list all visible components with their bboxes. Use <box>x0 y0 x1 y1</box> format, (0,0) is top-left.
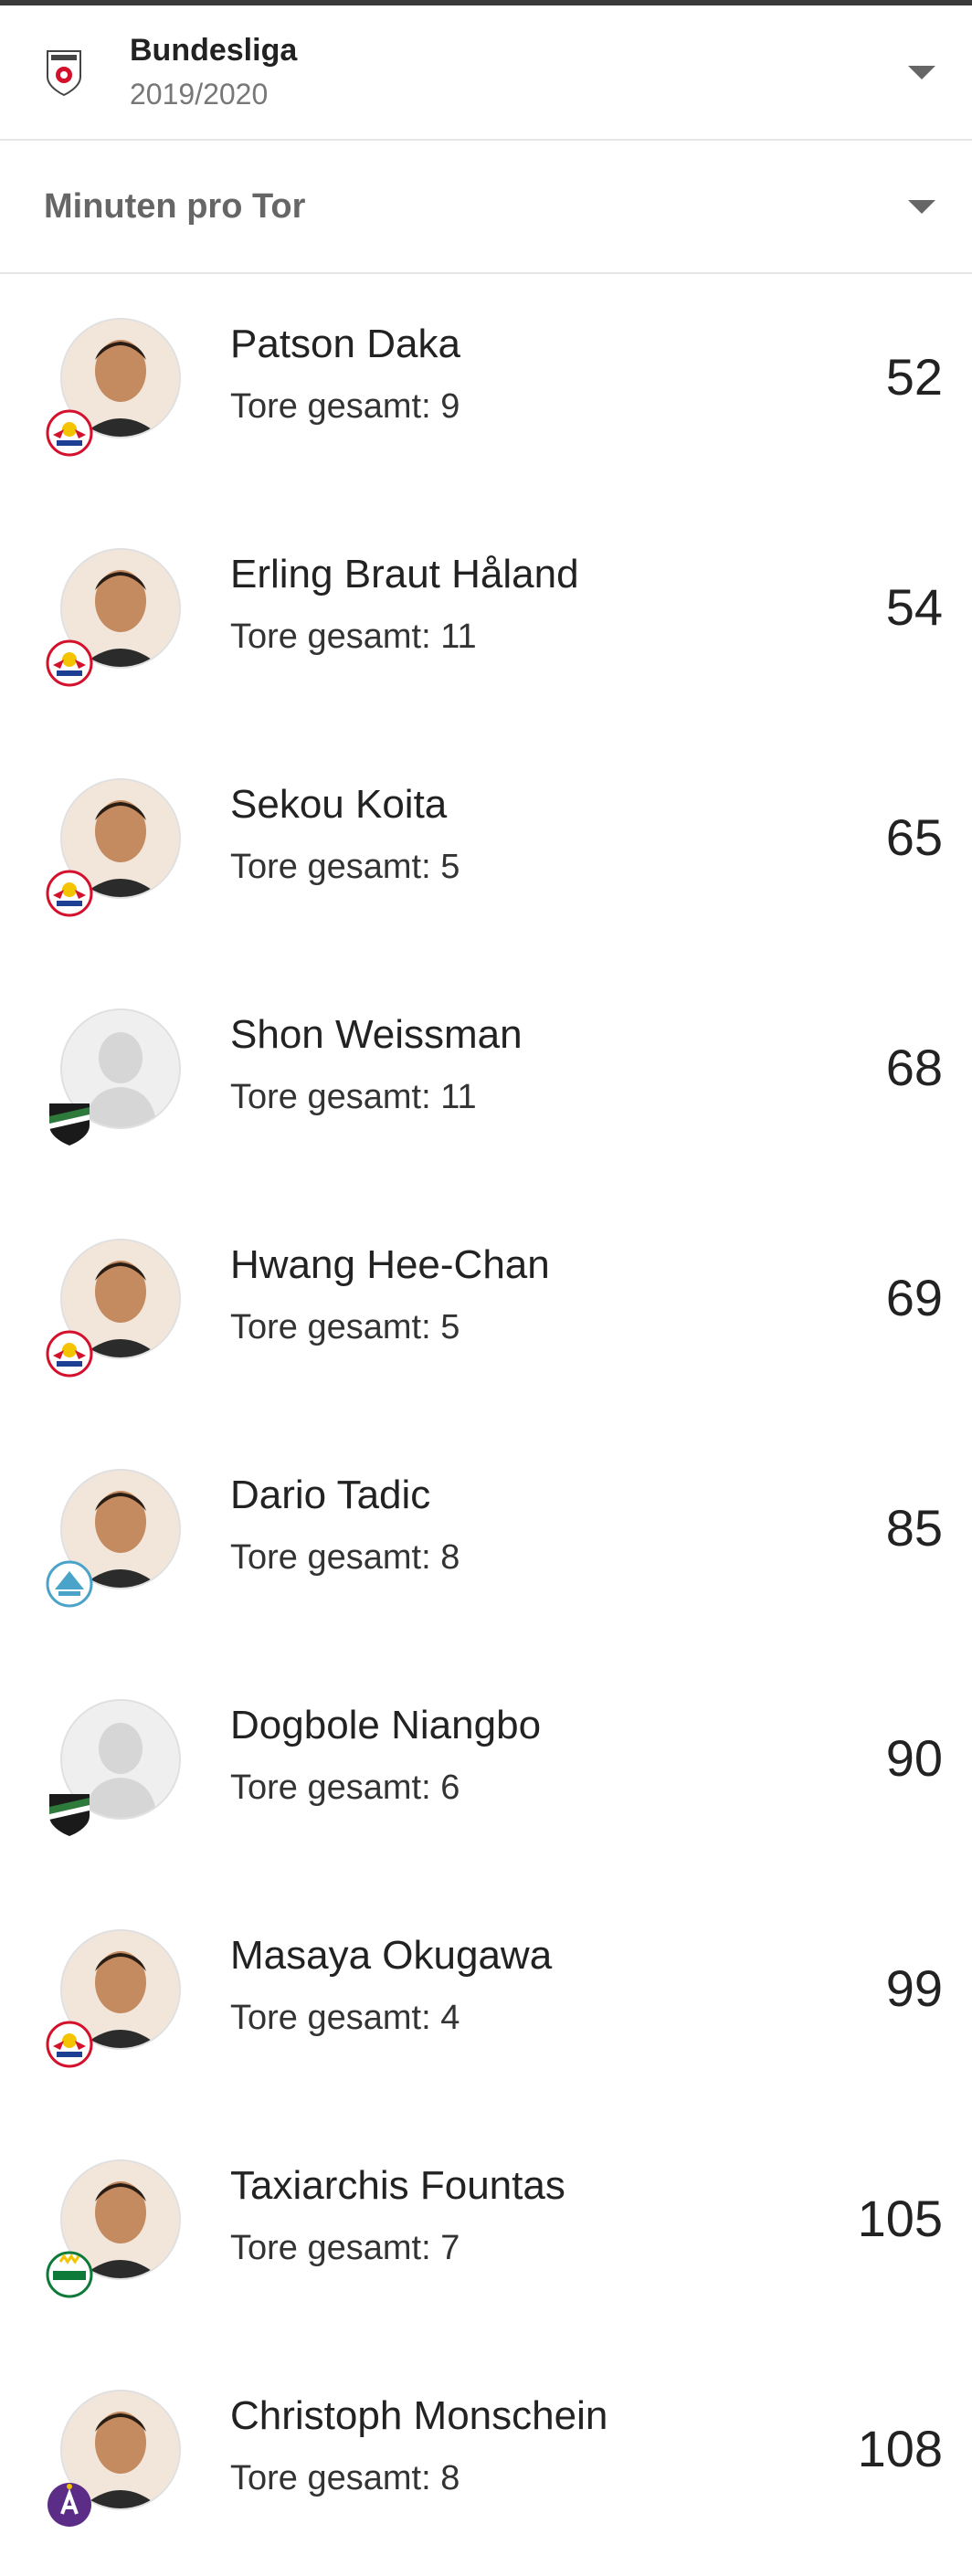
minutes-per-goal: 69 <box>885 1269 943 1326</box>
minutes-per-goal: 105 <box>857 2190 943 2247</box>
club-crest-icon <box>44 638 95 689</box>
player-goals: Tore gesamt: 9 <box>230 387 460 426</box>
club-crest-icon <box>44 1789 95 1840</box>
player-row[interactable]: Christoph Monschein Tore gesamt: 8 108 <box>0 2346 972 2576</box>
bundesliga-logo-icon <box>44 48 84 97</box>
player-row[interactable]: Shon Weissman Tore gesamt: 11 68 <box>0 965 972 1195</box>
player-goals: Tore gesamt: 8 <box>230 2459 460 2497</box>
player-goals: Tore gesamt: 7 <box>230 2229 460 2267</box>
metric-label: Minuten pro Tor <box>44 186 306 226</box>
club-crest-icon <box>44 1558 95 1610</box>
minutes-per-goal: 99 <box>885 1959 943 2017</box>
minutes-per-goal: 54 <box>885 578 943 636</box>
player-row[interactable]: Taxiarchis Fountas Tore gesamt: 7 105 <box>0 2116 972 2346</box>
player-name: Shon Weissman <box>230 1012 523 1057</box>
player-row[interactable]: Patson Daka Tore gesamt: 9 52 <box>0 274 972 504</box>
minutes-per-goal: 108 <box>857 2420 943 2477</box>
club-crest-icon <box>44 868 95 919</box>
club-crest-icon <box>44 1098 95 1149</box>
player-goals: Tore gesamt: 5 <box>230 1308 460 1346</box>
player-row[interactable]: Dogbole Niangbo Tore gesamt: 6 90 <box>0 1655 972 1885</box>
player-goals: Tore gesamt: 11 <box>230 618 477 656</box>
metric-selector[interactable]: Minuten pro Tor <box>0 141 972 274</box>
player-name: Erling Braut Håland <box>230 552 579 596</box>
minutes-per-goal: 68 <box>885 1039 943 1096</box>
player-row[interactable]: Masaya Okugawa Tore gesamt: 4 99 <box>0 1885 972 2116</box>
player-goals: Tore gesamt: 11 <box>230 1078 477 1116</box>
player-goals: Tore gesamt: 6 <box>230 1768 460 1807</box>
player-row[interactable]: Hwang Hee-Chan Tore gesamt: 5 69 <box>0 1195 972 1425</box>
minutes-per-goal: 85 <box>885 1499 943 1557</box>
player-name: Sekou Koita <box>230 782 448 827</box>
league-selector[interactable]: Bundesliga 2019/2020 <box>0 5 972 141</box>
player-row[interactable]: Sekou Koita Tore gesamt: 5 65 <box>0 734 972 965</box>
player-name: Dogbole Niangbo <box>230 1703 542 1747</box>
player-name: Dario Tadic <box>230 1473 431 1517</box>
player-goals: Tore gesamt: 5 <box>230 848 460 886</box>
minutes-per-goal: 52 <box>885 348 943 406</box>
club-crest-icon <box>44 2249 95 2300</box>
minutes-per-goal: 65 <box>885 808 943 866</box>
player-list: Patson Daka Tore gesamt: 9 52 Erling Braut … <box>0 274 972 2576</box>
player-name: Hwang Hee-Chan <box>230 1242 550 1287</box>
player-row[interactable]: Dario Tadic Tore gesamt: 8 85 <box>0 1425 972 1655</box>
club-crest-icon <box>44 2019 95 2070</box>
chevron-down-icon[interactable] <box>908 200 935 214</box>
club-crest-icon <box>44 1328 95 1379</box>
club-crest-icon <box>44 407 95 459</box>
player-goals: Tore gesamt: 4 <box>230 1999 460 2037</box>
player-name: Masaya Okugawa <box>230 1933 553 1978</box>
player-goals: Tore gesamt: 8 <box>230 1538 460 1577</box>
minutes-per-goal: 90 <box>885 1729 943 1787</box>
player-name: Taxiarchis Fountas <box>230 2163 565 2208</box>
player-name: Patson Daka <box>230 322 460 366</box>
league-season: 2019/2020 <box>130 78 269 111</box>
league-name: Bundesliga <box>130 33 298 68</box>
player-name: Christoph Monschein <box>230 2393 608 2438</box>
player-row[interactable]: Erling Braut Håland Tore gesamt: 11 54 <box>0 504 972 734</box>
club-crest-icon <box>44 2479 95 2530</box>
chevron-down-icon[interactable] <box>908 66 935 79</box>
